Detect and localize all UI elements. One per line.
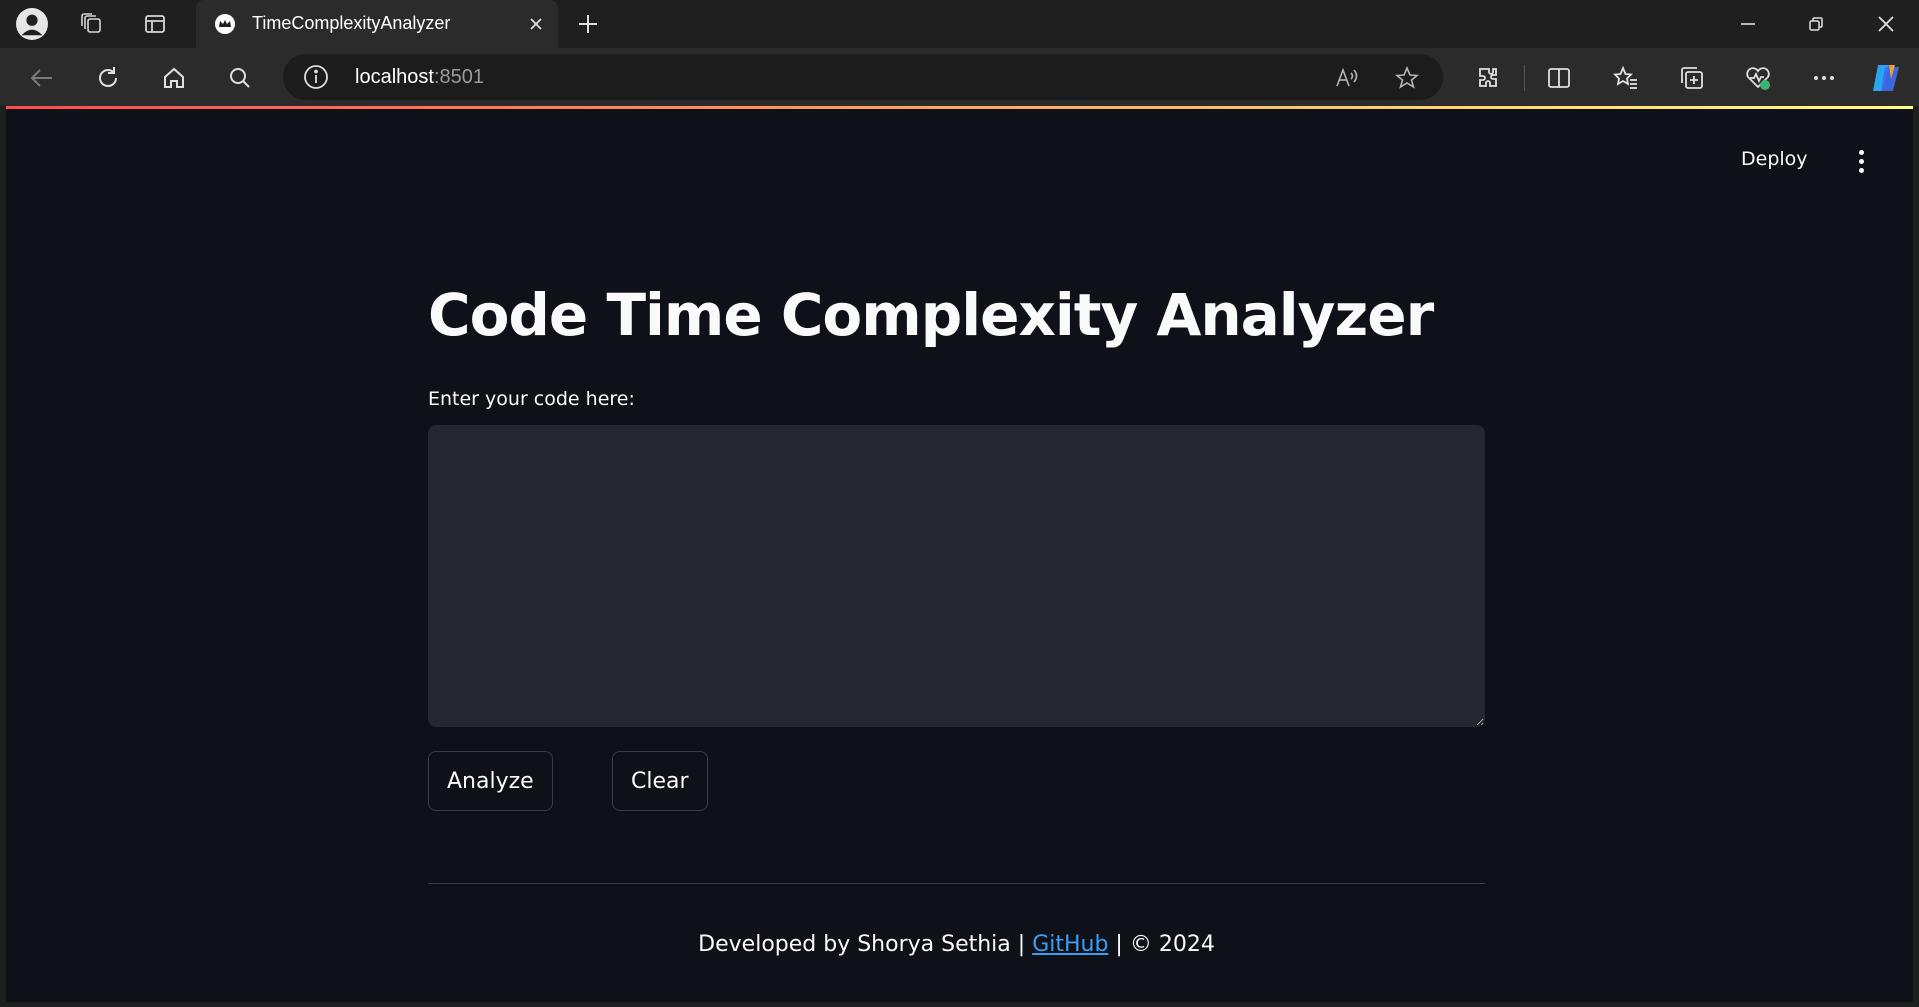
tab-title: TimeComplexityAnalyzer: [252, 13, 451, 33]
clear-button[interactable]: Clear: [612, 751, 708, 811]
url-text[interactable]: localhost:8501: [355, 66, 484, 89]
main-content: Code Time Complexity Analyzer Enter your…: [428, 106, 1485, 1002]
extensions-icon[interactable]: [1470, 60, 1506, 96]
vertical-tabs-icon[interactable]: [139, 8, 171, 40]
site-info-icon[interactable]: [303, 64, 329, 90]
browser-titlebar: TimeComplexityAnalyzer: [0, 0, 1919, 48]
copilot-icon[interactable]: [1868, 60, 1904, 96]
favorites-icon[interactable]: [1608, 60, 1644, 96]
code-input-label: Enter your code here:: [428, 388, 635, 410]
deploy-button[interactable]: Deploy: [1741, 148, 1808, 170]
main-menu-kebab-icon[interactable]: [1849, 146, 1873, 176]
streamlit-crown-icon: [214, 13, 236, 35]
footer: Developed by Shorya Sethia | GitHub | © …: [428, 932, 1485, 957]
url-port: :8501: [433, 66, 484, 88]
reload-icon[interactable]: [90, 60, 126, 96]
address-bar[interactable]: localhost:8501: [283, 54, 1443, 100]
footer-divider: [428, 883, 1485, 884]
toolbar-separator: [1524, 65, 1525, 91]
back-arrow-icon[interactable]: [24, 60, 60, 96]
workspaces-icon[interactable]: [76, 8, 108, 40]
analyze-button[interactable]: Analyze: [428, 751, 553, 811]
footer-suffix: | © 2024: [1108, 932, 1215, 957]
url-host: localhost: [355, 66, 434, 88]
tab-close-icon[interactable]: [524, 12, 548, 36]
code-input-textarea[interactable]: [428, 425, 1485, 727]
more-options-ellipsis-icon[interactable]: [1806, 60, 1842, 96]
browser-essentials-heart-icon[interactable]: [1740, 60, 1776, 96]
footer-prefix: Developed by Shorya Sethia |: [698, 932, 1033, 957]
search-icon[interactable]: [222, 60, 258, 96]
minimize-icon[interactable]: [1728, 6, 1768, 42]
profile-avatar-icon[interactable]: [16, 8, 48, 40]
favorite-star-icon[interactable]: [1393, 64, 1421, 92]
close-window-icon[interactable]: [1866, 6, 1906, 42]
read-aloud-icon[interactable]: [1333, 64, 1361, 92]
app-page: Deploy Code Time Complexity Analyzer Ent…: [6, 106, 1913, 1002]
collections-icon[interactable]: [1674, 60, 1710, 96]
browser-tab-active[interactable]: TimeComplexityAnalyzer: [196, 0, 558, 48]
restore-icon[interactable]: [1796, 6, 1836, 42]
page-title: Code Time Complexity Analyzer: [428, 281, 1434, 349]
home-icon[interactable]: [156, 60, 192, 96]
browser-toolbar: localhost:8501: [0, 48, 1919, 106]
split-screen-icon[interactable]: [1541, 60, 1577, 96]
new-tab-plus-icon[interactable]: [572, 8, 604, 40]
github-link[interactable]: GitHub: [1032, 932, 1108, 957]
